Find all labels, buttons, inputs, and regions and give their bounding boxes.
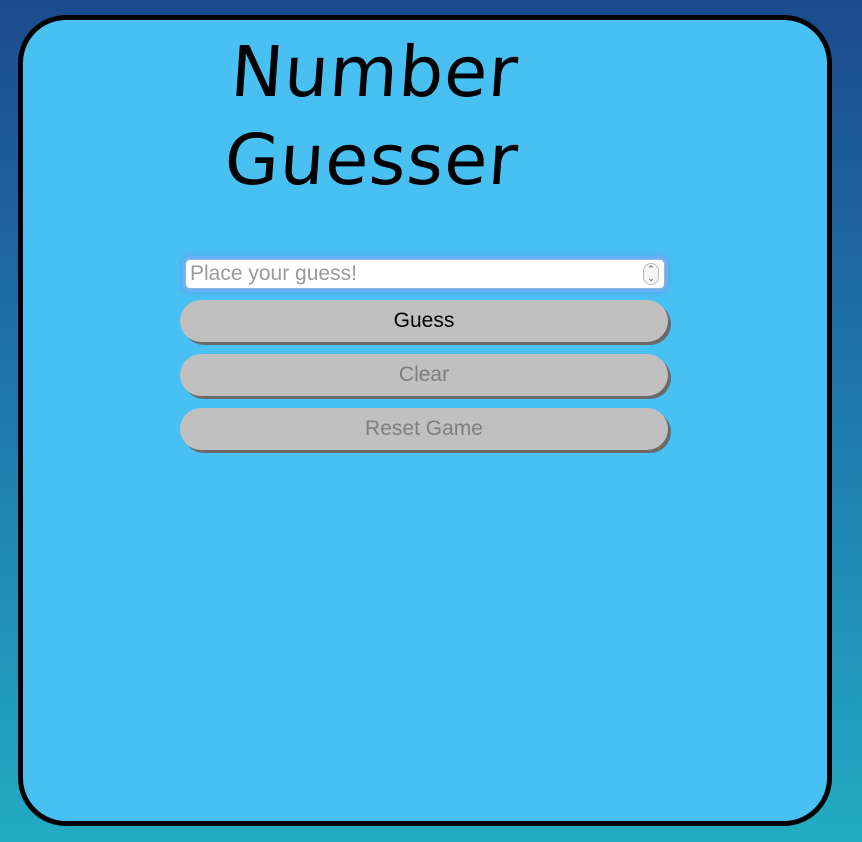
- guess-input[interactable]: [185, 259, 665, 289]
- number-stepper[interactable]: ⌃ ⌄: [643, 263, 659, 285]
- title-line-1: Number: [228, 31, 522, 113]
- reset-game-button[interactable]: Reset Game: [180, 408, 668, 450]
- title-line-2: Guesser: [222, 119, 522, 201]
- game-title: Number Guesser: [222, 28, 528, 204]
- clear-button[interactable]: Clear: [180, 354, 668, 396]
- game-card: Number Guesser ⌃ ⌄ Guess Clear Reset Gam…: [18, 15, 832, 826]
- stepper-down-icon[interactable]: ⌄: [647, 274, 655, 283]
- guess-button[interactable]: Guess: [180, 300, 668, 342]
